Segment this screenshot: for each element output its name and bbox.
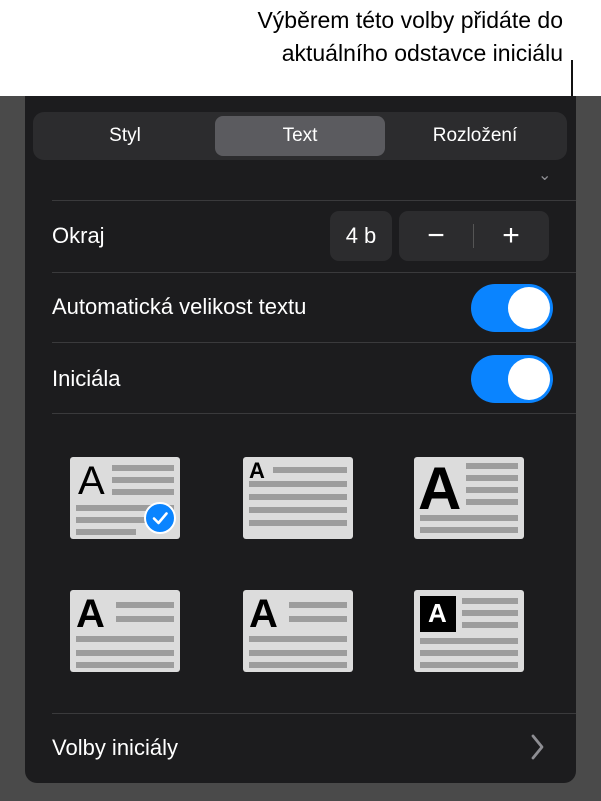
drop-cap-letter: A [249,592,278,636]
separator [52,200,576,201]
text-line [462,598,518,604]
separator [52,272,576,273]
text-line [249,494,347,500]
text-line [112,489,174,495]
initial-toggle[interactable] [471,355,553,403]
text-line [76,650,174,656]
text-line [249,481,347,487]
text-line [466,487,518,493]
auto-size-label: Automatická velikost textu [52,294,307,319]
text-line [76,662,174,668]
text-line [249,662,347,668]
toggle-knob [508,358,550,400]
separator [52,713,576,714]
toggle-knob [508,287,550,329]
text-line [462,622,518,628]
text-line [466,463,518,469]
okraj-label: Okraj [52,223,105,248]
drop-cap-style-4[interactable]: A [70,590,180,672]
text-line [112,477,174,483]
callout-line-1: Výběrem této volby přidáte do [257,7,563,33]
separator [52,413,576,414]
text-line [116,616,174,622]
decrement-button[interactable]: − [399,211,473,261]
text-line [462,610,518,616]
callout-text: Výběrem této volby přidáte do aktuálního… [143,4,563,70]
drop-cap-style-5[interactable]: A [243,590,353,672]
text-line [420,662,518,668]
text-line [76,517,146,523]
separator [52,342,576,343]
text-line [420,638,518,644]
text-line [116,602,174,608]
text-line [289,616,347,622]
initial-label: Iniciála [52,366,121,391]
drop-cap-letter: A [428,598,447,628]
increment-button[interactable]: + [474,211,548,261]
text-line [273,467,347,473]
text-line [249,507,347,513]
selected-checkmark-icon [144,502,176,534]
text-line [420,650,518,656]
tab-rozlozeni[interactable]: Rozložení [387,116,563,156]
drop-cap-letter: A [78,459,105,503]
tab-styl[interactable]: Styl [37,116,213,156]
text-line [249,636,347,642]
callout-line-2: aktuálního odstavce iniciálu [281,40,563,66]
text-line [112,465,174,471]
text-line [420,515,518,521]
drop-cap-style-3[interactable]: A [414,457,524,539]
tab-text[interactable]: Text [215,116,385,156]
text-line [289,602,347,608]
text-line [466,475,518,481]
okraj-stepper: − + [399,211,549,261]
drop-cap-letter: A [76,592,105,636]
drop-cap-style-6[interactable]: A [414,590,524,672]
text-line [76,636,174,642]
text-line [420,527,518,533]
drop-cap-style-2[interactable]: A [243,457,353,539]
chevron-right-icon [531,734,544,760]
text-line [466,499,518,505]
auto-size-toggle[interactable] [471,284,553,332]
text-line [249,520,347,526]
drop-cap-letter: A [418,455,462,522]
text-line [76,529,136,535]
drop-cap-options-row[interactable]: Volby iniciály [52,735,178,761]
drop-cap-letter: A [249,458,265,483]
scrolled-chevron-icon: ⌄ [538,167,552,184]
okraj-value[interactable]: 4 b [330,211,392,261]
tab-bar: Styl Text Rozložení [33,112,567,160]
text-line [249,650,347,656]
